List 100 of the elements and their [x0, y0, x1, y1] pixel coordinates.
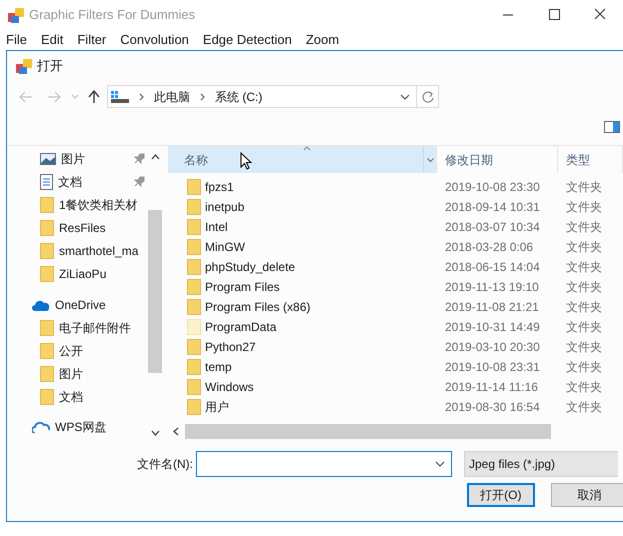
scroll-up-icon[interactable] [151, 154, 160, 160]
chevron-right-icon [200, 92, 205, 100]
up-arrow-icon[interactable] [88, 90, 100, 104]
refresh-button[interactable] [417, 85, 439, 108]
menu-item[interactable]: Convolution [120, 30, 189, 50]
nav-item[interactable]: 电子邮件附件 [7, 316, 165, 340]
type-cell-text: 文件夹 [565, 199, 602, 216]
folder-icon [40, 366, 54, 382]
file-name: phpStudy_delete [205, 259, 296, 276]
file-row[interactable]: phpStudy_delete 2018-06-15 14:04 文件夹 [168, 257, 623, 277]
dialog-title: 打开 [37, 57, 63, 76]
file-name: Program Files [205, 279, 280, 296]
file-row[interactable]: Intel 2018-03-07 10:34 文件夹 [168, 217, 623, 237]
date-cell-text: 2019-10-31 14:49 [444, 319, 541, 336]
menu-item[interactable]: Edge Detection [202, 30, 292, 50]
drive-icon [111, 90, 129, 102]
folder-icon [40, 266, 54, 282]
date-cell-text: 2018-06-15 14:04 [444, 259, 541, 276]
file-name: Intel [205, 219, 228, 236]
type-cell-text: 文件夹 [565, 319, 602, 336]
date-cell-text: 2018-03-07 10:34 [444, 219, 541, 236]
cloud-outline-icon [32, 422, 50, 433]
file-name: temp [205, 359, 232, 376]
file-type-dropdown[interactable]: Jpeg files (*.jpg) [464, 451, 618, 477]
chevron-down-icon[interactable] [427, 158, 434, 162]
menu-item[interactable]: File [6, 30, 27, 50]
date-cell-text: 2018-03-28 0:06 [444, 239, 534, 256]
folder-icon [40, 320, 54, 336]
nav-item[interactable]: ResFiles [7, 216, 165, 240]
type-cell-text: 文件夹 [565, 379, 602, 396]
type-cell-text: 文件夹 [565, 359, 602, 376]
file-row[interactable]: Python27 2019-03-10 20:30 文件夹 [168, 337, 623, 357]
file-row[interactable]: 用户 2019-08-30 16:54 文件夹 [168, 397, 623, 417]
nav-item[interactable]: 文档 [7, 170, 165, 194]
date-cell-text: 2018-09-14 10:31 [444, 199, 541, 216]
mouse-cursor-icon [240, 152, 252, 170]
nav-item[interactable]: ZiLiaoPu [7, 262, 165, 286]
type-cell-text: 文件夹 [565, 259, 602, 276]
window-title: Graphic Filters For Dummies [29, 6, 196, 24]
nav-item[interactable]: 图片 [7, 362, 165, 386]
chevron-down-icon[interactable] [435, 461, 445, 467]
file-row[interactable]: fpzs1 2019-10-08 23:30 文件夹 [168, 177, 623, 197]
nav-item[interactable]: 1餐饮类相关材 [7, 193, 165, 216]
date-cell-text: 2019-11-08 21:21 [444, 299, 540, 316]
menu-item[interactable]: Zoom [306, 30, 340, 50]
nav-item[interactable]: smarthotel_ma [7, 239, 165, 262]
menu-item[interactable]: Filter [77, 30, 106, 50]
path-segment[interactable]: 此电脑 [154, 88, 190, 106]
column-header[interactable]: 名称 [168, 146, 437, 173]
file-row[interactable]: Program Files (x86) 2019-11-08 21:21 文件夹 [168, 297, 623, 317]
preview-pane-icon[interactable] [604, 120, 620, 132]
refresh-icon [422, 90, 434, 102]
file-row[interactable]: inetpub 2018-09-14 10:31 文件夹 [168, 197, 623, 217]
column-header[interactable]: 修改日期 [437, 146, 558, 173]
file-name: 用户 [205, 399, 229, 416]
nav-item[interactable]: 图片 [7, 147, 165, 170]
menu-item[interactable]: Edit [40, 30, 64, 50]
app-icon [16, 58, 32, 74]
chevron-right-icon [139, 92, 144, 100]
nav-item[interactable]: 公开 [7, 340, 165, 363]
file-row[interactable]: ProgramData 2019-10-31 14:49 文件夹 [168, 317, 623, 337]
nav-item[interactable]: 文档 [7, 386, 165, 409]
scrollbar-thumb[interactable] [148, 210, 162, 373]
date-cell-text: 2019-10-08 23:31 [444, 359, 541, 376]
date-cell-text: 2019-10-08 23:30 [444, 179, 541, 196]
dialog-button[interactable]: 打开(O) [467, 483, 535, 507]
column-header[interactable]: 类型 [558, 146, 623, 173]
chevron-down-icon[interactable] [400, 94, 410, 100]
folder-icon [40, 242, 54, 259]
address-bar[interactable]: 此电脑 系统 (C:) [107, 85, 417, 108]
file-name: fpzs1 [205, 179, 234, 196]
type-cell-text: 文件夹 [565, 299, 602, 316]
file-row[interactable]: MinGW 2018-03-28 0:06 文件夹 [168, 237, 623, 257]
nav-item[interactable]: WPS网盘 [7, 416, 165, 439]
file-row[interactable]: temp 2019-10-08 23:31 文件夹 [168, 357, 623, 377]
type-cell-text: 文件夹 [565, 399, 602, 416]
folder-icon [40, 343, 54, 360]
file-name: Python27 [205, 339, 256, 356]
filename-label: 文件名(N): [137, 456, 193, 473]
date-cell-text: 2019-11-13 19:10 [444, 279, 540, 296]
scroll-left-icon[interactable] [173, 427, 179, 436]
type-cell-text: 文件夹 [565, 239, 602, 256]
nav-item[interactable]: OneDrive [7, 293, 165, 317]
app-icon [8, 8, 24, 22]
file-row[interactable]: Windows 2019-11-14 11:16 文件夹 [168, 377, 623, 397]
type-cell-text: 文件夹 [565, 339, 602, 356]
file-name: ProgramData [205, 319, 276, 336]
dialog-button[interactable]: 取消 [550, 483, 623, 507]
scrollbar-thumb[interactable] [185, 424, 551, 439]
file-name: Program Files (x86) [205, 299, 310, 316]
file-name: inetpub [205, 199, 244, 216]
file-row[interactable]: Program Files 2019-11-13 19:10 文件夹 [168, 277, 623, 297]
type-cell-text: 文件夹 [565, 219, 602, 236]
document-icon [40, 174, 53, 190]
folder-icon [40, 389, 54, 406]
scroll-down-icon[interactable] [151, 430, 160, 436]
file-name: Windows [205, 379, 254, 396]
path-segment[interactable]: 系统 (C:) [215, 88, 262, 106]
filename-field[interactable] [196, 451, 452, 477]
type-cell-text: 文件夹 [565, 279, 602, 296]
